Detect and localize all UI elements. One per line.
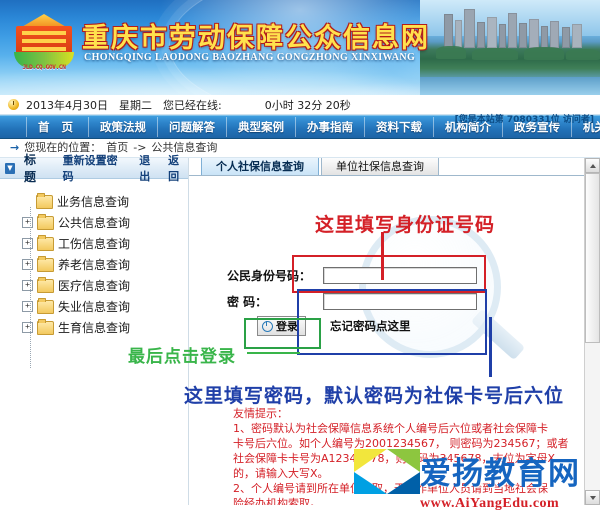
tree-root-label: 业务信息查询 [57,195,130,209]
id-field-label: 公民身份号码： [227,268,312,283]
tips-line: 社会保障卡卡号为A12345678，则密码为345678，末位为字母X [233,452,556,465]
folder-icon [37,318,54,335]
annotation-leader-blue [489,317,492,377]
power-icon [262,320,273,332]
login-action-row: 登录 忘记密码点这里 [189,314,600,338]
sidebar: ▼ 标题 重新设置密码 退出 返回 业务信息查询 + 公共信息查询 + 工伤信息… [0,153,188,505]
chevron-down-icon[interactable]: ▼ [5,162,15,174]
breadcrumb-arrow-icon: → [10,140,20,154]
tips-line: 险经办机构索取。 [233,497,321,505]
main-navigation-wrapper: 首 页 政策法规 问题解答 典型案例 办事指南 资料下载 机构简介 政务宣传 机… [0,115,600,139]
clock-icon [8,99,19,110]
nav-item-home[interactable]: 首 页 [26,117,90,137]
password-input[interactable] [323,292,477,310]
sidebar-item-maternity-info[interactable]: + 生育信息查询 [22,317,188,338]
tree-item-label: 公共信息查询 [58,216,131,230]
tree-connector-line [30,207,31,369]
tips-line: 1、密码默认为社会保障信息系统个人编号后六位或者社会保障卡 [233,422,548,435]
expand-plus-icon[interactable]: + [22,217,33,228]
tab-personal-social-security[interactable]: 个人社保信息查询 [201,158,319,175]
sidebar-tree: 业务信息查询 + 公共信息查询 + 工伤信息查询 + 养老信息查询 + 医疗信息… [0,179,188,369]
scrollbar-thumb[interactable] [585,173,600,343]
password-field-label: 密 码： [227,294,268,309]
id-input[interactable] [323,266,477,284]
nav-item-faq[interactable]: 问题解答 [158,117,228,137]
folder-icon [37,213,54,230]
vertical-scrollbar[interactable] [584,158,600,505]
main-area: ▼ 标题 重新设置密码 退出 返回 业务信息查询 + 公共信息查询 + 工伤信息… [0,153,600,505]
sidebar-item-injury-info[interactable]: + 工伤信息查询 [22,233,188,254]
annotation-text-id: 这里填写身份证号码 [315,214,496,236]
tips-line: 的，请输入大写X。 [233,467,329,480]
tree-item-label: 工伤信息查询 [58,237,131,251]
expand-plus-icon[interactable]: + [22,238,33,249]
visitor-counter: [您是本站第 7080331位 访问者] [454,115,594,125]
triangle-up-icon [589,163,596,168]
sidebar-item-pension-info[interactable]: + 养老信息查询 [22,254,188,275]
expand-plus-icon[interactable]: + [22,280,33,291]
current-weekday: 星期二 [119,98,152,112]
tree-item-label: 失业信息查询 [58,300,131,314]
folder-icon [37,297,54,314]
site-title-chinese: 重庆市劳动保障公众信息网 [82,23,430,54]
current-date: 2013年4月30日 [26,98,108,112]
annotation-leader-green [247,352,300,354]
banner-city-photo [420,0,600,95]
site-banner: JLD.CQ.GOV.CN 重庆市劳动保障公众信息网 CHONGQING LAO… [0,0,600,95]
annotation-leader-red [381,232,384,280]
login-form: 公民身份号码： 密 码： 登录 忘记密码点这里 [189,262,600,338]
forgot-password-link[interactable]: 忘记密码点这里 [330,318,411,334]
sidebar-item-medical-info[interactable]: + 医疗信息查询 [22,275,188,296]
tips-heading: 友情提示： [233,407,288,420]
expand-plus-icon[interactable]: + [22,259,33,270]
tree-item-label: 生育信息查询 [58,321,131,335]
id-field-row: 公民身份号码： [189,262,600,288]
folder-icon [36,192,53,209]
annotation-text-login: 最后点击登录 [128,347,236,367]
nav-item-policy[interactable]: 政策法规 [89,117,159,137]
online-label: 您已经在线: [163,98,222,112]
tips-line: 卡号后六位。如个人编号为2001234567， 则密码为234567；或者 [233,437,569,450]
tips-line: 2、个人编号请到所在单位索取，无工作单位人员请到当地社会保 [233,482,548,495]
sidebar-item-public-info[interactable]: + 公共信息查询 [22,212,188,233]
site-logo: JLD.CQ.GOV.CN [14,14,74,76]
tree-root-node[interactable]: 业务信息查询 [22,191,188,212]
expand-plus-icon[interactable]: + [22,301,33,312]
tree-item-label: 养老信息查询 [58,258,131,272]
nav-item-guide[interactable]: 办事指南 [296,117,366,137]
nav-item-cases[interactable]: 典型案例 [227,117,297,137]
expand-plus-icon[interactable]: + [22,322,33,333]
folder-icon [37,255,54,272]
login-button[interactable]: 登录 [257,316,306,336]
site-title-pinyin: CHONGQING LAODONG BAOZHANG GONGZHONG XIN… [84,52,416,63]
tab-bar: 个人社保信息查询 单位社保信息查询 [189,158,600,176]
scroll-up-button[interactable] [585,158,600,173]
folder-icon [37,276,54,293]
nav-item-downloads[interactable]: 资料下载 [365,117,435,137]
folder-icon [37,234,54,251]
triangle-down-icon [589,495,596,500]
logo-domain-text: JLD.CQ.GOV.CN [22,64,66,71]
password-field-row: 密 码： [189,288,600,314]
login-button-label: 登录 [276,320,298,333]
scroll-down-button[interactable] [585,490,600,505]
tree-item-label: 医疗信息查询 [58,279,131,293]
tab-employer-social-security[interactable]: 单位社保信息查询 [321,158,439,175]
sidebar-header: ▼ 标题 重新设置密码 退出 返回 [0,153,188,184]
annotation-text-password: 这里填写密码，默认密码为社保卡号后六位 [184,385,565,407]
friendly-tips: 友情提示： 1、密码默认为社会保障信息系统个人编号后六位或者社会保障卡 卡号后六… [233,406,584,505]
sidebar-item-unemployment-info[interactable]: + 失业信息查询 [22,296,188,317]
online-duration: 0小时 32分 20秒 [264,98,351,112]
